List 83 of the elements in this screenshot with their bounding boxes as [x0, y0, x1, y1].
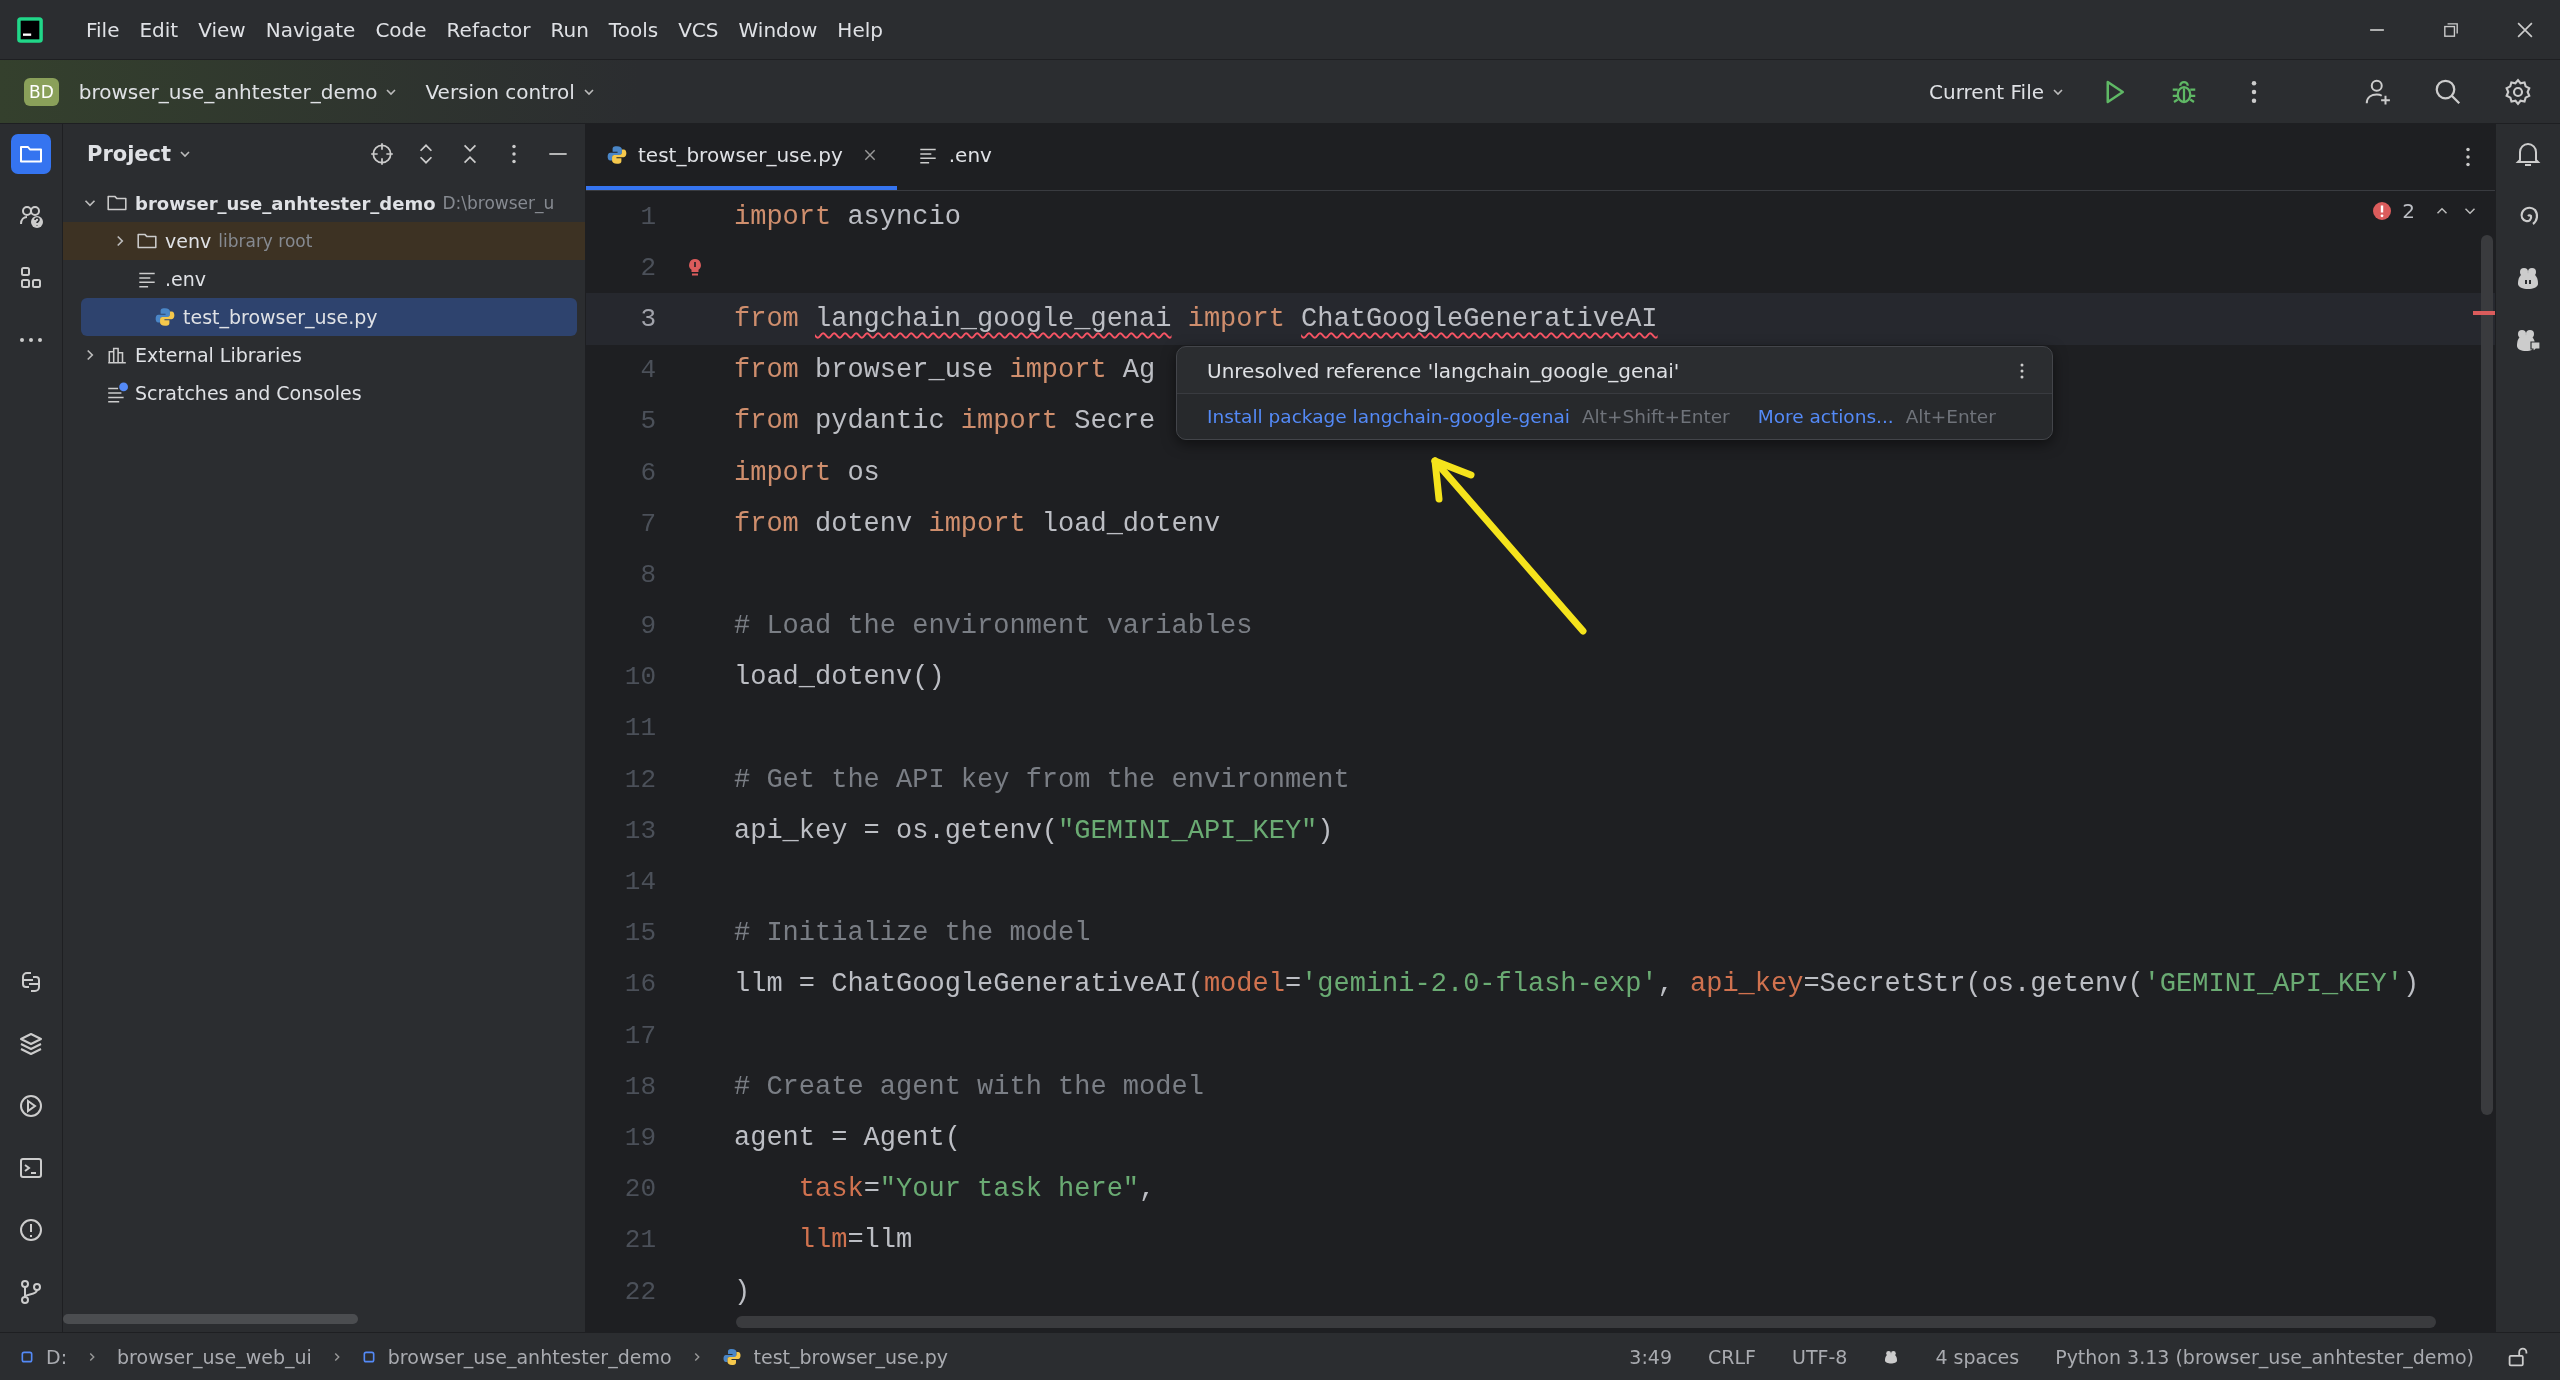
editor-tab[interactable]: test_browser_use.py	[586, 124, 897, 190]
project-path: D:\browser_u	[442, 193, 555, 213]
python-interpreter[interactable]: Python 3.13 (browser_use_anhtester_demo)	[2043, 1345, 2486, 1368]
tree-item[interactable]: test_browser_use.py	[81, 298, 577, 336]
menu-item[interactable]: View	[190, 13, 254, 46]
tree-item-label: External Libraries	[135, 344, 302, 366]
locate-icon[interactable]	[369, 141, 395, 167]
editor-tab[interactable]: .env	[896, 124, 1012, 190]
close-tab-icon[interactable]	[862, 148, 877, 162]
more-actions-link[interactable]: More actions...	[1757, 406, 1894, 427]
scratches-icon	[106, 382, 128, 404]
settings-icon[interactable]	[2503, 76, 2533, 107]
tree-item[interactable]: Scratches and Consoles	[63, 374, 577, 412]
line-number: 3	[639, 303, 656, 334]
menu-item[interactable]: Navigate	[257, 13, 364, 46]
view-mode-dropdown[interactable]: Project	[81, 141, 200, 167]
code-line: llm=llm	[797, 1225, 913, 1256]
run-configuration-selector[interactable]: Current File	[1923, 75, 2072, 108]
menu-item[interactable]: Run	[542, 13, 597, 46]
code-line: # Load the environment variables	[734, 611, 1253, 642]
menu-item[interactable]: Window	[730, 13, 826, 46]
code-line: from dotenv import load_dotenv	[734, 508, 1221, 539]
install-package-link[interactable]: Install package langchain-google-genai	[1207, 406, 1570, 427]
file-encoding[interactable]: UTF-8	[1780, 1345, 1860, 1368]
menu-item[interactable]: Code	[367, 13, 435, 46]
error-icon[interactable]	[2372, 201, 2393, 221]
menu-item[interactable]: File	[78, 13, 128, 46]
python-file-icon	[154, 306, 176, 328]
code-line: from browser_use import Ag	[734, 355, 1156, 386]
indent-setting[interactable]: 4 spaces	[1923, 1345, 2032, 1368]
menu-item[interactable]: Edit	[131, 13, 187, 46]
app-logo-icon	[16, 15, 44, 44]
code-line: # Create agent with the model	[734, 1071, 1204, 1102]
code-line: task="Your task here",	[797, 1174, 1156, 1205]
tree-item-label: venv	[165, 230, 212, 252]
code-line: import os	[734, 457, 880, 488]
menu-item[interactable]: Refactor	[438, 13, 539, 46]
code-line: llm = ChatGoogleGenerativeAI(model='gemini-2.0-flash-exp', api_key=SecretStr(os.getenv('GEMINI_API_KEY')	[734, 969, 2420, 1000]
scrollbar-thumb[interactable]	[63, 1314, 358, 1324]
code-line: from langchain_google_genai import ChatGoogleGenerativeAI	[734, 303, 1658, 334]
python-file-icon	[721, 1346, 742, 1367]
module-icon	[361, 1349, 376, 1364]
menu-item[interactable]: Help	[829, 13, 891, 46]
code-line: # Initialize the model	[734, 918, 1091, 949]
breadcrumb[interactable]: browser_use_web_ui	[117, 1345, 312, 1368]
menu-item[interactable]: Tools	[600, 13, 667, 46]
tree-item-hint: library root	[218, 231, 313, 251]
scrollbar-thumb[interactable]	[736, 1316, 2436, 1328]
code-line: load_dotenv()	[734, 662, 945, 693]
breadcrumb[interactable]: test_browser_use.py	[753, 1345, 949, 1368]
tree-item[interactable]: .env	[63, 260, 577, 298]
breadcrumb[interactable]: D:	[46, 1345, 68, 1368]
tree-item-label: test_browser_use.py	[183, 306, 378, 328]
tree-item[interactable]: venv library root	[63, 222, 585, 260]
code-line: import asyncio	[734, 201, 961, 232]
more-icon[interactable]	[2018, 361, 2026, 381]
code-line: api_key = os.getenv("GEMINI_API_KEY")	[734, 815, 1334, 846]
caret-position[interactable]: 3:49	[1617, 1345, 1685, 1368]
module-icon	[20, 1349, 34, 1364]
project-badge: BD	[24, 77, 59, 106]
lightbulb-icon[interactable]	[687, 257, 703, 278]
shortcut-hint: Alt+Enter	[1905, 406, 1996, 427]
scrollbar-thumb[interactable]	[2481, 235, 2493, 1115]
python-file-icon	[606, 144, 628, 166]
tree-item-label: .env	[165, 268, 206, 290]
tree-item[interactable]: browser_use_anhtester_demo D:\browser_u	[63, 184, 577, 222]
code-line: from pydantic import Secre	[734, 406, 1156, 437]
breadcrumb[interactable]: browser_use_anhtester_demo	[387, 1345, 672, 1368]
recent-projects-dropdown[interactable]: browser_use_anhtester_demo	[72, 75, 406, 108]
error-message: Unresolved reference 'langchain_google_genai'	[1207, 359, 1680, 383]
code-line: )	[734, 1276, 751, 1307]
tree-item[interactable]: External Libraries	[63, 336, 577, 374]
code-line: # Get the API key from the environment	[734, 764, 1350, 795]
menu-item[interactable]: VCS	[670, 13, 727, 46]
error-stripe-mark	[2473, 311, 2495, 315]
project-folder-icon[interactable]	[11, 134, 51, 174]
code-line: agent = Agent(	[734, 1122, 961, 1153]
tree-item-label: browser_use_anhtester_demo	[135, 192, 436, 214]
tree-item-label: Scratches and Consoles	[135, 382, 362, 404]
line-separator[interactable]: CRLF	[1696, 1345, 1768, 1368]
version-control-menu[interactable]: Version control	[419, 75, 603, 108]
error-count[interactable]: 2	[2402, 199, 2415, 223]
shortcut-hint: Alt+Shift+Enter	[1581, 406, 1730, 427]
